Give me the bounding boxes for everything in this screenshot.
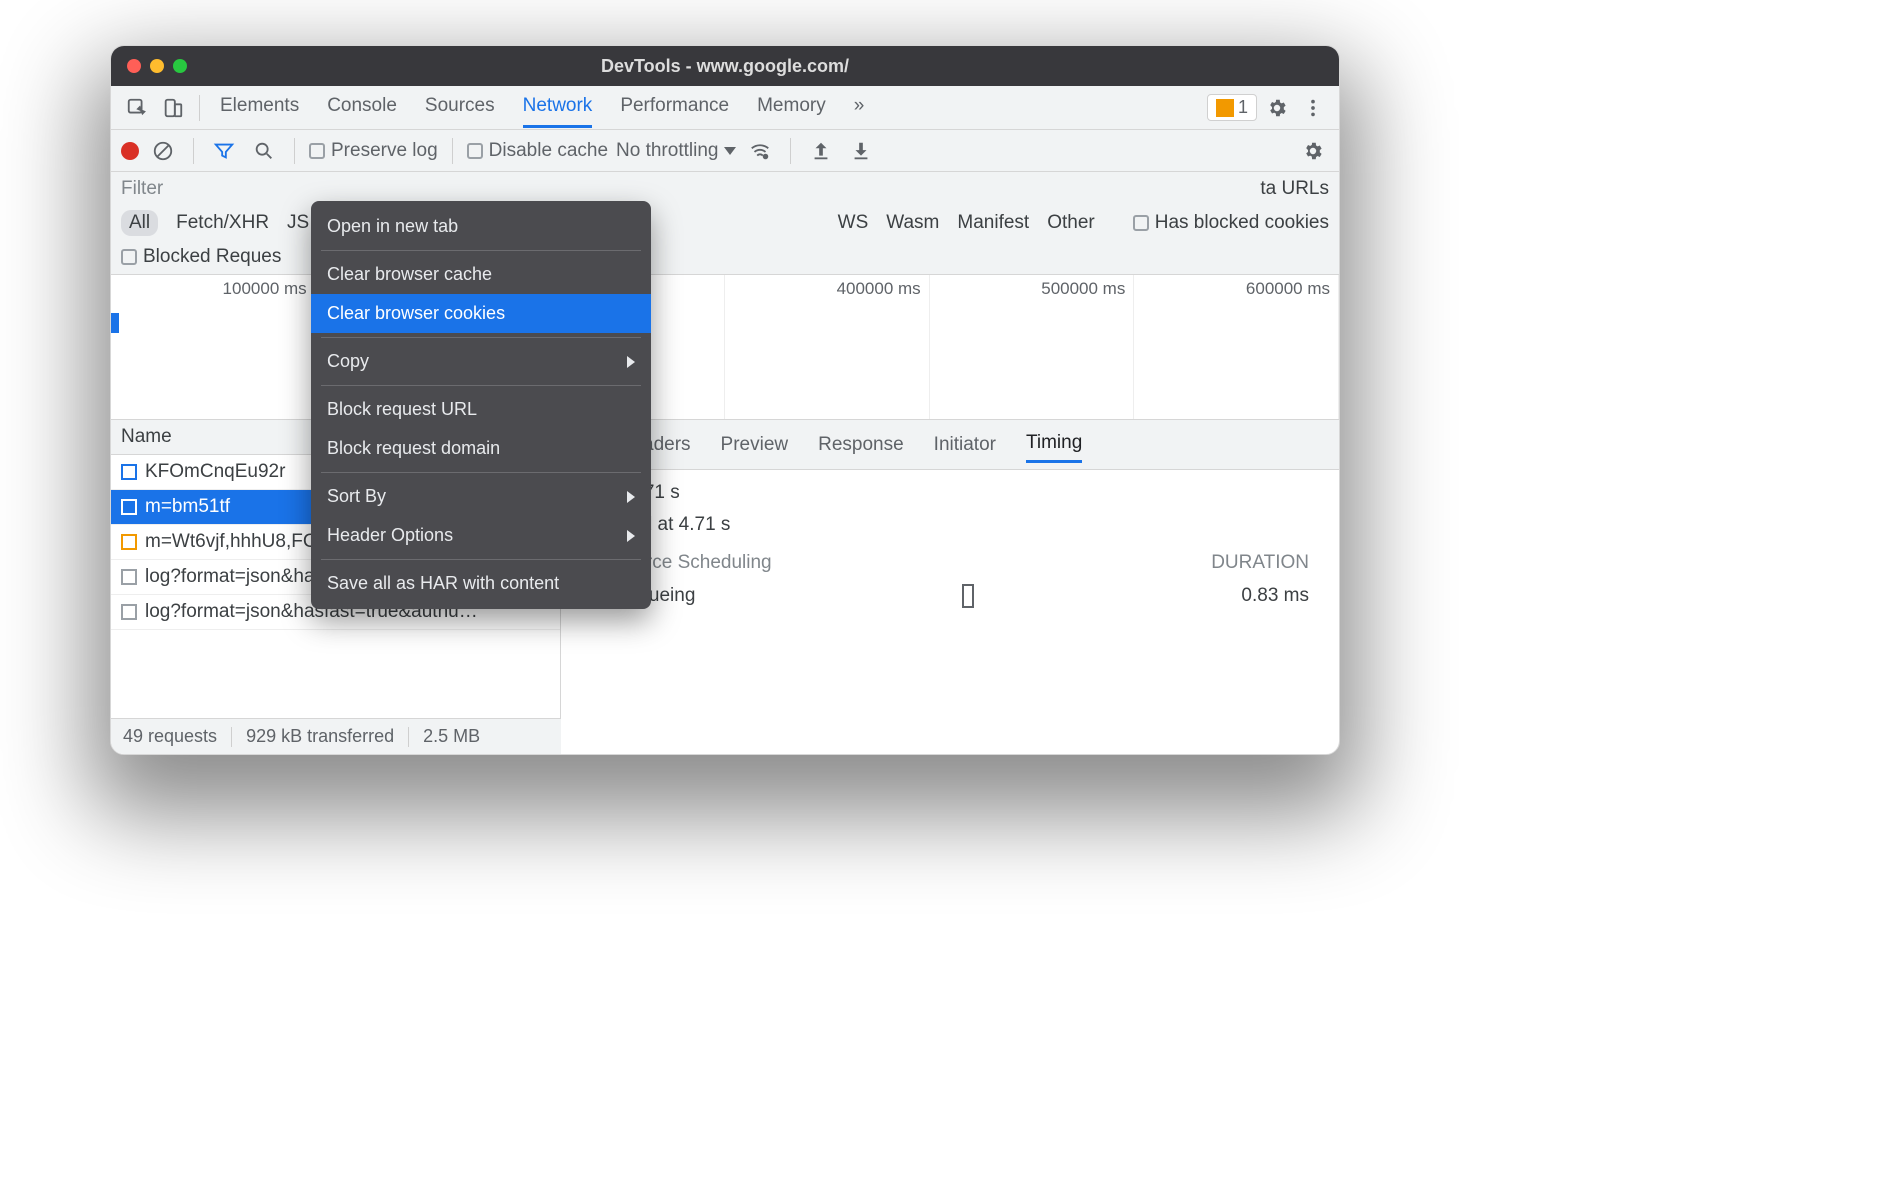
checkbox-icon [309,143,325,159]
duration-label: DURATION [1211,552,1309,574]
ctx-copy[interactable]: Copy [311,342,651,381]
resource-icon [121,534,137,550]
request-details: × aders Preview Response Initiator Timin… [561,420,1339,721]
data-urls-fragment: ta URLs [1260,178,1329,200]
status-requests: 49 requests [123,726,217,747]
timeline-tick: 100000 ms [223,279,307,299]
tab-console[interactable]: Console [327,87,397,128]
warning-icon [1216,99,1234,117]
checkbox-icon [1133,215,1149,231]
status-transferred: 929 kB transferred [246,726,394,747]
checkbox-icon [467,143,483,159]
warnings-badge[interactable]: 1 [1207,94,1257,121]
download-har-icon[interactable] [845,135,877,167]
chevron-right-icon [627,491,635,503]
resource-icon [121,499,137,515]
status-resources: 2.5 MB [423,726,480,747]
record-button[interactable] [121,142,139,160]
ctx-open-new-tab[interactable]: Open in new tab [311,207,651,246]
main-tabs-row: Elements Console Sources Network Perform… [111,86,1339,130]
tab-performance[interactable]: Performance [620,87,729,128]
timing-pane: d at 4.71 s Started at 4.71 s Resource S… [561,470,1339,620]
timeline-tick: 400000 ms [837,279,921,299]
filter-type-fetchxhr[interactable]: Fetch/XHR [176,212,269,234]
status-bar: 49 requests 929 kB transferred 2.5 MB [111,718,561,754]
ctx-clear-cookies[interactable]: Clear browser cookies [311,294,651,333]
filter-type-manifest[interactable]: Manifest [957,212,1029,234]
tab-elements[interactable]: Elements [220,87,299,128]
timing-started: Started at 4.71 s [591,514,1309,536]
tab-memory[interactable]: Memory [757,87,826,128]
timeline-tick: 600000 ms [1246,279,1330,299]
has-blocked-cookies-checkbox[interactable]: Has blocked cookies [1133,212,1329,234]
filter-type-ws[interactable]: WS [838,212,869,234]
warning-count: 1 [1238,97,1248,118]
detail-tabs: × aders Preview Response Initiator Timin… [561,420,1339,470]
resource-icon [121,604,137,620]
disable-cache-checkbox[interactable]: Disable cache [467,140,608,162]
window-title: DevTools - www.google.com/ [111,56,1339,77]
tab-sources[interactable]: Sources [425,87,495,128]
tab-more[interactable]: » [854,87,865,128]
filter-bar: Filter ta URLs All Fetch/XHR JS WS Wasm … [111,172,1339,275]
kebab-menu-icon[interactable] [1297,92,1329,124]
checkbox-icon [121,249,137,265]
detail-tab-initiator[interactable]: Initiator [934,428,996,462]
devtools-window: DevTools - www.google.com/ Elements Cons… [110,45,1340,755]
detail-tab-preview[interactable]: Preview [721,428,789,462]
tab-network[interactable]: Network [523,87,593,128]
separator [199,95,200,121]
inspect-element-icon[interactable] [121,92,153,124]
ctx-block-url[interactable]: Block request URL [311,390,651,429]
titlebar: DevTools - www.google.com/ [111,46,1339,86]
timing-queued-fragment: d at 4.71 s [591,482,1309,504]
queueing-value: 0.83 ms [1241,585,1309,607]
network-settings-icon[interactable] [1297,135,1329,167]
ctx-sort-by[interactable]: Sort By [311,477,651,516]
blocked-requests-checkbox[interactable]: Blocked Reques [121,246,281,268]
filter-input[interactable]: Filter [121,178,163,200]
resource-icon [121,464,137,480]
network-split: Name KFOmCnqEu92r m=bm51tf m=Wt6vjf,hhhU… [111,420,1339,721]
filter-type-all[interactable]: All [121,210,158,236]
filter-type-other[interactable]: Other [1047,212,1095,234]
resource-icon [121,569,137,585]
ctx-clear-cache[interactable]: Clear browser cache [311,255,651,294]
timeline-overview[interactable]: 100000 ms 400000 ms 500000 ms 600000 ms [111,275,1339,420]
queueing-bar [962,584,974,608]
throttling-select[interactable]: No throttling [616,140,736,162]
chevron-down-icon [724,147,736,155]
network-toolbar: Preserve log Disable cache No throttling [111,130,1339,172]
detail-tab-timing[interactable]: Timing [1026,426,1082,463]
ctx-header-options[interactable]: Header Options [311,516,651,555]
ctx-save-har[interactable]: Save all as HAR with content [311,564,651,603]
network-conditions-icon[interactable] [744,135,776,167]
settings-icon[interactable] [1261,92,1293,124]
preserve-log-checkbox[interactable]: Preserve log [309,140,438,162]
chevron-right-icon [627,530,635,542]
ctx-block-domain[interactable]: Block request domain [311,429,651,468]
filter-type-wasm[interactable]: Wasm [886,212,939,234]
panel-tabs: Elements Console Sources Network Perform… [220,87,864,128]
search-icon[interactable] [248,135,280,167]
filter-icon[interactable] [208,135,240,167]
detail-tab-response[interactable]: Response [818,428,904,462]
device-toolbar-icon[interactable] [157,92,189,124]
clear-icon[interactable] [147,135,179,167]
filter-type-js[interactable]: JS [287,212,309,234]
timeline-tick: 500000 ms [1041,279,1125,299]
chevron-right-icon [627,356,635,368]
filter-types: All Fetch/XHR JS WS Wasm Manifest Other … [121,210,1329,236]
upload-har-icon[interactable] [805,135,837,167]
context-menu: Open in new tab Clear browser cache Clea… [311,201,651,609]
